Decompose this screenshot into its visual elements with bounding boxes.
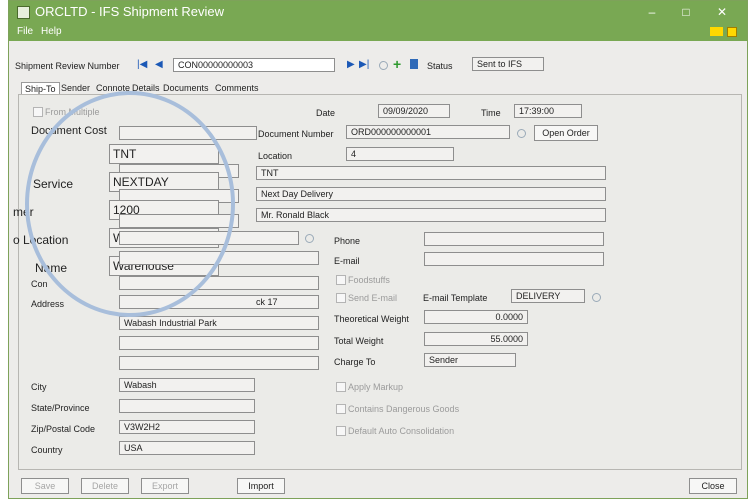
- menu-help[interactable]: Help: [41, 26, 62, 37]
- document-search-icon[interactable]: [517, 129, 526, 138]
- address-label: Address: [31, 299, 65, 309]
- tab-details[interactable]: Details: [132, 82, 160, 94]
- title-bar: ORCLTD - IFS Shipment Review – □ ✕: [9, 1, 747, 23]
- carrier-description-field: TNT: [256, 166, 606, 180]
- apply-markup-label: Apply Markup: [348, 382, 404, 392]
- document-cost-field[interactable]: [119, 126, 257, 140]
- country-label: Country: [31, 445, 63, 455]
- phone-field[interactable]: [424, 232, 604, 246]
- email-template-label: E-mail Template: [423, 293, 488, 303]
- theoretical-weight-field: 0.0000: [424, 310, 528, 324]
- address-line2-field[interactable]: Wabash Industrial Park: [119, 316, 319, 330]
- review-number-label: Shipment Review Number: [15, 61, 120, 71]
- menu-file[interactable]: File: [17, 26, 33, 37]
- location-search-icon[interactable]: [305, 234, 314, 243]
- from-multiple-checkbox[interactable]: [33, 107, 43, 117]
- contact-label: Con: [31, 279, 48, 289]
- total-weight-field: 55.0000: [424, 332, 528, 346]
- auto-consolidation-label: Default Auto Consolidation: [348, 426, 455, 436]
- status-field: Sent to IFS: [472, 57, 544, 71]
- template-search-icon[interactable]: [592, 293, 601, 302]
- time-label: Time: [481, 108, 501, 118]
- send-email-checkbox[interactable]: [336, 293, 346, 303]
- review-number-field[interactable]: CON00000000003: [173, 58, 335, 72]
- state-field[interactable]: [119, 399, 255, 413]
- status-label: Status: [427, 61, 453, 71]
- add-icon[interactable]: +: [393, 56, 401, 72]
- city-label: City: [31, 382, 47, 392]
- location-field[interactable]: 4: [346, 147, 454, 161]
- carrier-field[interactable]: TNT: [109, 144, 219, 164]
- tab-sender[interactable]: Sender: [61, 82, 90, 94]
- save-button[interactable]: Save: [21, 478, 69, 494]
- email-label: E-mail: [334, 256, 360, 266]
- window-title: ORCLTD - IFS Shipment Review: [35, 4, 225, 19]
- note-icon[interactable]: [727, 27, 737, 37]
- next-record-icon[interactable]: ▶: [347, 59, 355, 70]
- dangerous-goods-checkbox[interactable]: [336, 404, 346, 414]
- customer-label: mer: [13, 205, 34, 219]
- maximize-button[interactable]: □: [671, 1, 701, 23]
- location-label: Location: [258, 151, 293, 161]
- theoretical-weight-label: Theoretical Weight: [334, 314, 409, 324]
- menu-bar: File Help: [9, 23, 747, 41]
- date-field[interactable]: 09/09/2020: [378, 104, 450, 118]
- customer-description-field: Mr. Ronald Black: [256, 208, 606, 222]
- service-label: Service: [33, 177, 74, 191]
- open-order-button[interactable]: Open Order: [534, 125, 598, 141]
- tab-comments[interactable]: Comments: [215, 82, 259, 94]
- state-label: State/Province: [31, 403, 90, 413]
- tab-documents[interactable]: Documents: [163, 82, 209, 94]
- app-window: ORCLTD - IFS Shipment Review – □ ✕ File …: [8, 0, 748, 499]
- service-description-field: Next Day Delivery: [256, 187, 606, 201]
- last-record-icon[interactable]: ▶|: [359, 59, 369, 70]
- search-icon[interactable]: [379, 61, 388, 70]
- foodstuffs-checkbox[interactable]: [336, 275, 346, 285]
- ship-to-name-small-field[interactable]: [119, 251, 319, 265]
- apply-markup-checkbox[interactable]: [336, 382, 346, 392]
- document-number-label: Document Number: [258, 129, 334, 139]
- email-field[interactable]: [424, 252, 604, 266]
- address-line1-field[interactable]: ck 17: [119, 295, 319, 309]
- email-template-field[interactable]: DELIVERY: [511, 289, 585, 303]
- document-number-field[interactable]: ORD000000000001: [346, 125, 510, 139]
- document-cost-label: Document Cost: [31, 125, 107, 137]
- auto-consolidation-checkbox[interactable]: [336, 426, 346, 436]
- close-button[interactable]: Close: [689, 478, 737, 494]
- first-record-icon[interactable]: |◀: [137, 59, 147, 70]
- country-field[interactable]: USA: [119, 441, 255, 455]
- send-email-label: Send E-mail: [348, 293, 398, 303]
- contact-field[interactable]: [119, 276, 319, 290]
- ship-to-location-small-field[interactable]: [119, 231, 299, 245]
- customer-small-field[interactable]: [119, 214, 239, 228]
- date-label: Date: [316, 108, 336, 118]
- address-line4-field[interactable]: [119, 356, 319, 370]
- zip-label: Zip/Postal Code: [31, 424, 96, 434]
- time-field[interactable]: 17:39:00: [514, 104, 582, 118]
- zip-field[interactable]: V3W2H2: [119, 420, 255, 434]
- total-weight-label: Total Weight: [334, 336, 384, 346]
- delete-button[interactable]: Delete: [81, 478, 129, 494]
- app-icon: [17, 6, 30, 19]
- save-record-icon[interactable]: [410, 59, 418, 69]
- city-field[interactable]: Wabash: [119, 378, 255, 392]
- charge-to-field[interactable]: Sender: [424, 353, 516, 367]
- mail-icon[interactable]: [710, 27, 723, 36]
- close-window-button[interactable]: ✕: [707, 1, 737, 23]
- ship-to-location-label: o Location: [13, 233, 69, 247]
- from-multiple-label: From Multiple: [45, 107, 100, 117]
- minimize-button[interactable]: –: [637, 1, 667, 23]
- ship-to-name-label: Name: [35, 261, 68, 275]
- address-line3-field[interactable]: [119, 336, 319, 350]
- tab-connote[interactable]: Connote: [96, 82, 130, 94]
- export-button[interactable]: Export: [141, 478, 189, 494]
- prev-record-icon[interactable]: ◀: [155, 59, 163, 70]
- foodstuffs-label: Foodstuffs: [348, 275, 390, 285]
- charge-to-label: Charge To: [334, 357, 376, 367]
- import-button[interactable]: Import: [237, 478, 285, 494]
- dangerous-goods-label: Contains Dangerous Goods: [348, 404, 460, 414]
- phone-label: Phone: [334, 236, 361, 246]
